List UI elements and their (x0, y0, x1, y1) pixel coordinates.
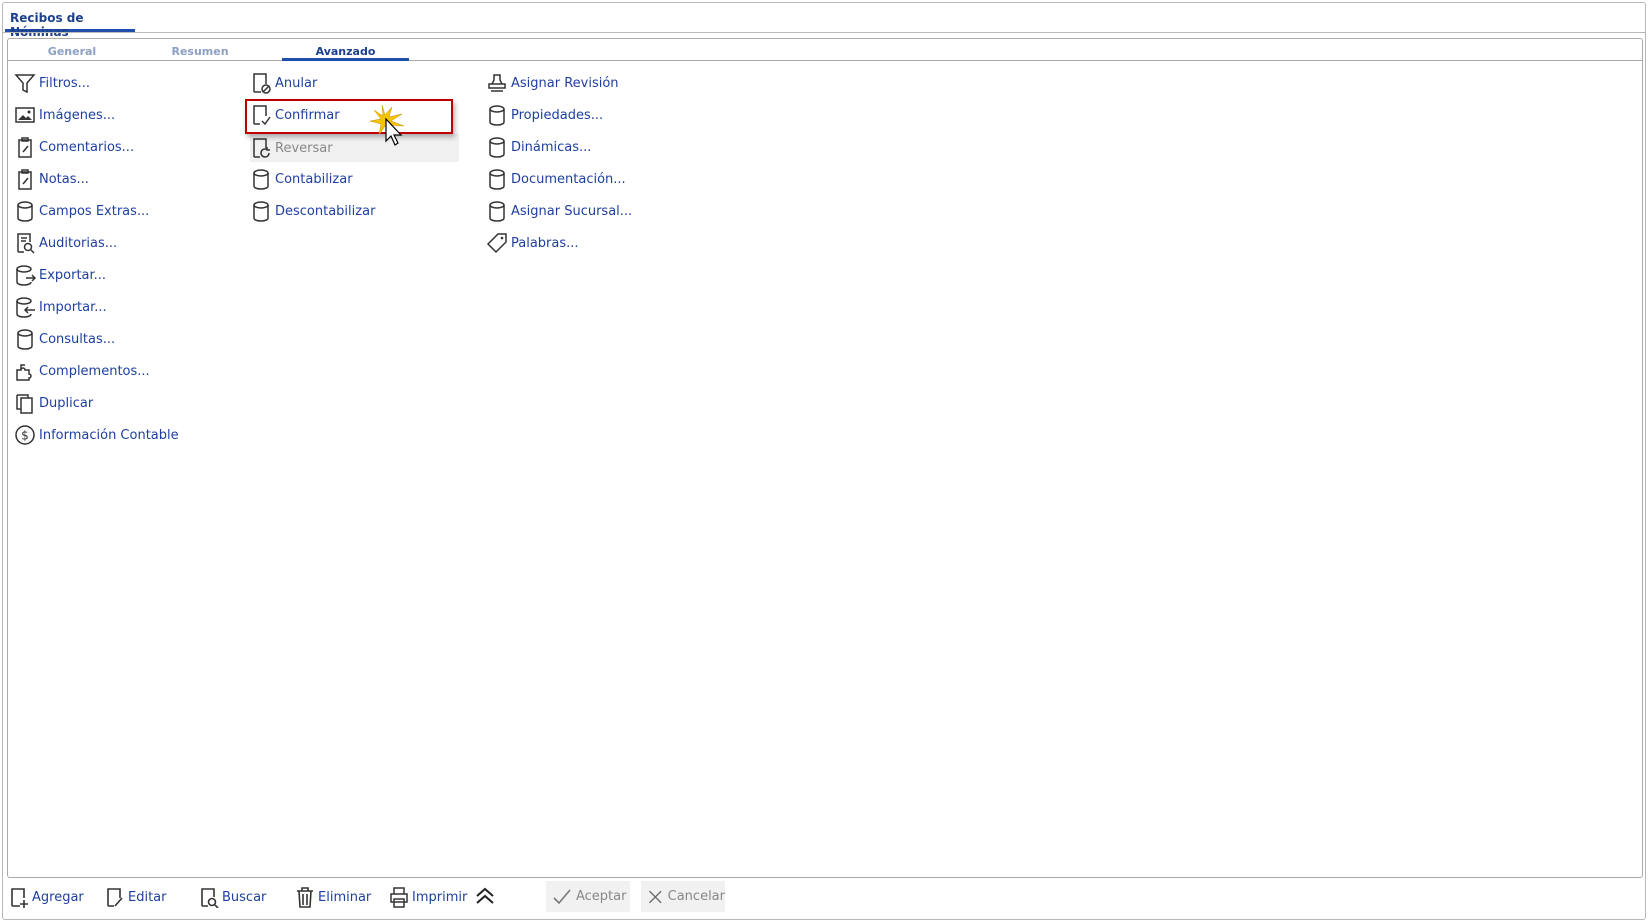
puzzle-icon (16, 364, 32, 381)
db-icon (489, 169, 505, 190)
printer-icon (390, 887, 408, 908)
menu-item-label: Imágenes... (39, 107, 116, 123)
export-icon (16, 265, 36, 286)
buscar-label: Buscar (222, 889, 267, 905)
menu-item-exportar[interactable]: Exportar... (14, 262, 106, 288)
menu-item-label: Propiedades... (511, 107, 604, 123)
filter-icon (14, 74, 36, 94)
menu-item-comentarios[interactable]: Comentarios... (14, 134, 134, 160)
db-icon (489, 105, 505, 126)
aceptar-button[interactable]: Aceptar (546, 881, 630, 912)
menu-item-palabras[interactable]: Palabras... (486, 230, 579, 256)
editar-label: Editar (128, 889, 167, 905)
menu-item-label: Complementos... (39, 363, 150, 379)
menu-item-reversar[interactable]: Reversar (250, 134, 459, 162)
tab-avanzado[interactable]: Avanzado (282, 41, 409, 61)
cursor-click-icon (370, 105, 405, 146)
db-icon (489, 137, 505, 158)
copy-icon (16, 394, 33, 414)
agregar-button[interactable]: Agregar (8, 884, 84, 910)
tag-icon (486, 233, 507, 254)
clipboard-icon (18, 169, 32, 190)
menu-item-contabilizar[interactable]: Contabilizar (250, 166, 353, 192)
agregar-label: Agregar (32, 889, 84, 905)
edit-document-icon (107, 888, 123, 907)
dollar-icon: $ (15, 425, 35, 445)
menu-item-label: Auditorias... (39, 235, 118, 251)
anular-icon (253, 73, 271, 94)
menu-item-informacion-contable[interactable]: $ Información Contable (14, 422, 179, 448)
add-document-icon (11, 888, 28, 908)
menu-item-label: Importar... (39, 299, 107, 315)
buscar-button[interactable]: Buscar (198, 884, 266, 910)
menu-item-dinamicas[interactable]: Dinámicas... (486, 134, 591, 160)
db-icon (489, 201, 505, 222)
tab-bar: General Resumen Avanzado (8, 39, 1642, 61)
imprimir-button[interactable]: Imprimir (388, 884, 467, 910)
menu-item-duplicar[interactable]: Duplicar (14, 390, 93, 416)
menu-item-consultas[interactable]: Consultas... (14, 326, 115, 352)
menu-item-asignar-revision[interactable]: Asignar Revisión (486, 70, 619, 96)
menu-item-label: Documentación... (511, 171, 626, 187)
menu-item-label: Duplicar (39, 395, 94, 411)
db-icon (253, 169, 269, 190)
menu-item-propiedades[interactable]: Propiedades... (486, 102, 603, 128)
trash-icon (297, 887, 313, 908)
menu-item-label: Consultas... (39, 331, 116, 347)
menu-item-descontabilizar[interactable]: Descontabilizar (250, 198, 375, 224)
editar-button[interactable]: Editar (104, 884, 167, 910)
close-icon (649, 890, 662, 903)
db-icon (253, 201, 269, 222)
reverse-icon (253, 138, 270, 158)
menu-item-label: Asignar Revisión (511, 75, 619, 91)
menu-item-label: Reversar (275, 140, 333, 156)
imprimir-label: Imprimir (412, 889, 468, 905)
menu-item-campos-extras[interactable]: Campos Extras... (14, 198, 149, 224)
menu-item-filtros[interactable]: Filtros... (14, 70, 90, 96)
eliminar-button[interactable]: Eliminar (294, 884, 371, 910)
menu-item-label: Campos Extras... (39, 203, 150, 219)
cancelar-button[interactable]: Cancelar (641, 881, 725, 912)
cancelar-label: Cancelar (667, 889, 725, 904)
audit-icon (17, 233, 35, 254)
menu-item-notas[interactable]: Notas... (14, 166, 89, 192)
search-document-icon (201, 888, 219, 908)
menu-item-anular[interactable]: Anular (250, 70, 317, 96)
collapse-chevrons-icon[interactable] (474, 885, 496, 907)
import-icon (16, 297, 35, 318)
menu-item-label: Anular (275, 75, 318, 91)
menu-item-label: Notas... (39, 171, 89, 187)
tab-resumen[interactable]: Resumen (136, 41, 264, 61)
menu-item-asignar-sucursal[interactable]: Asignar Sucursal... (486, 198, 632, 224)
menu-item-complementos[interactable]: Complementos... (14, 358, 150, 384)
image-icon (15, 107, 35, 123)
window-tab[interactable]: Recibos de Nóminas (5, 8, 135, 39)
menu-item-label: Exportar... (39, 267, 107, 283)
stamp-icon (488, 74, 506, 92)
menu-item-imagenes[interactable]: Imágenes... (14, 102, 115, 128)
check-icon (553, 888, 571, 904)
highlight-box (245, 99, 453, 134)
menu-item-label: Asignar Sucursal... (511, 203, 633, 219)
db-icon (17, 329, 33, 350)
menu-item-label: Palabras... (511, 235, 579, 251)
svg-text:$: $ (21, 429, 29, 443)
clipboard-icon (18, 137, 32, 158)
menu-item-label: Filtros... (39, 75, 91, 91)
menu-item-importar[interactable]: Importar... (14, 294, 107, 320)
menu-item-auditorias[interactable]: Auditorias... (14, 230, 117, 256)
menu-item-label: Información Contable (39, 427, 179, 443)
main-panel: General Resumen Avanzado (7, 38, 1643, 878)
menu-item-label: Contabilizar (275, 171, 353, 187)
db-icon (17, 201, 33, 222)
menu-item-label: Dinámicas... (511, 139, 592, 155)
aceptar-label: Aceptar (576, 889, 627, 904)
menu-item-label: Comentarios... (39, 139, 135, 155)
menu-item-documentacion[interactable]: Documentación... (486, 166, 626, 192)
menu-item-label: Descontabilizar (275, 203, 376, 219)
eliminar-label: Eliminar (318, 889, 372, 905)
tab-general[interactable]: General (8, 41, 136, 61)
divider (2, 32, 1646, 33)
